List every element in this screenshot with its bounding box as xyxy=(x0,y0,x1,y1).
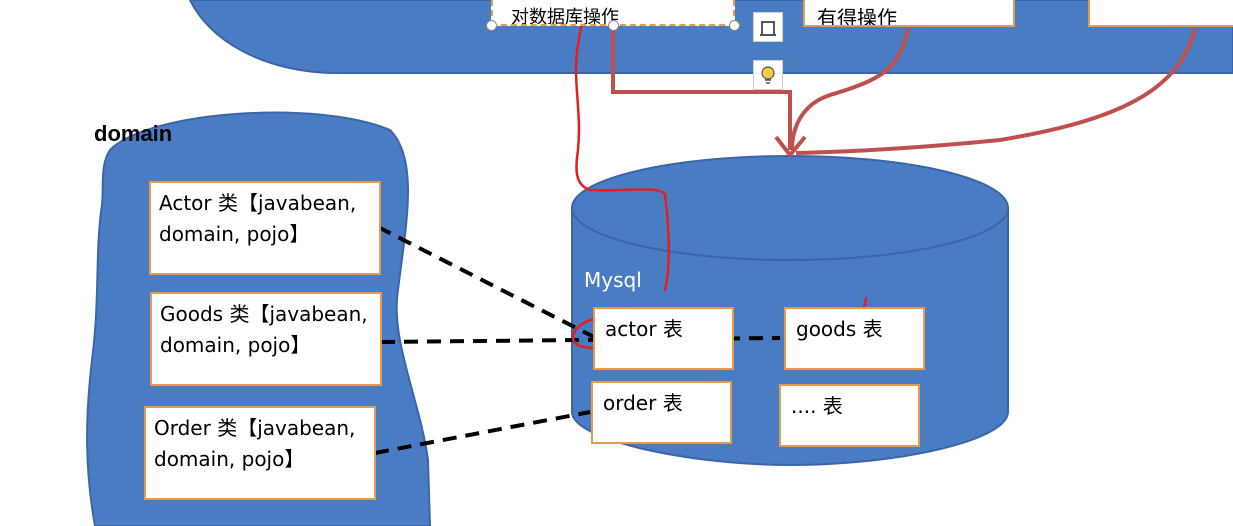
mysql-label: Mysql xyxy=(584,268,642,292)
goods-class-box[interactable]: Goods 类【javabean, domain, pojo】 xyxy=(150,292,382,386)
frame-icon xyxy=(760,21,776,36)
selection-handle[interactable] xyxy=(486,20,497,31)
layout-options-button[interactable] xyxy=(753,12,783,42)
order-class-box[interactable]: Order 类【javabean, domain, pojo】 xyxy=(144,406,376,500)
order-table-box[interactable]: order 表 xyxy=(591,381,732,444)
top-box-ops[interactable]: 有得操作 xyxy=(803,0,1015,27)
selection-handle[interactable] xyxy=(608,20,619,31)
selection-handle[interactable] xyxy=(729,20,740,31)
actor-class-box[interactable]: Actor 类【javabean, domain, pojo】 xyxy=(149,181,381,275)
top-box-right[interactable] xyxy=(1088,0,1233,27)
top-box-ops-label: 有得操作 xyxy=(817,6,897,27)
goods-table-box[interactable]: goods 表 xyxy=(784,307,925,370)
domain-label: domain xyxy=(94,121,173,146)
lightbulb-icon xyxy=(761,66,775,84)
more-table-box[interactable]: .... 表 xyxy=(779,384,920,447)
actor-table-box[interactable]: actor 表 xyxy=(593,307,734,370)
design-ideas-button[interactable] xyxy=(753,60,783,90)
